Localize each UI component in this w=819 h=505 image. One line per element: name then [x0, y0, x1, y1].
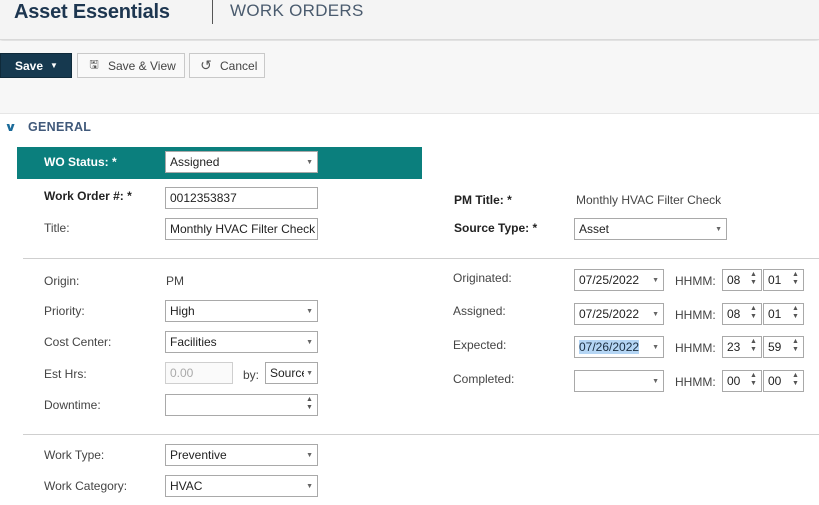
spinner-icon[interactable]: ▲ ▼ [306, 396, 313, 412]
save-button-label: Save [15, 58, 44, 73]
cancel-button[interactable]: ↺ Cancel [189, 53, 265, 78]
completed-hhmm-label: HHMM: [675, 375, 716, 389]
work-category-label: Work Category: [44, 479, 128, 493]
section-title: GENERAL [28, 120, 92, 134]
chevron-down-icon: ▼ [652, 311, 659, 318]
est-hrs-label: Est Hrs: [44, 367, 87, 381]
origin-label: Origin: [44, 274, 80, 288]
priority-label: Priority: [44, 304, 85, 318]
source-type-select[interactable]: Asset ▼ [574, 218, 727, 240]
originated-hhmm-label: HHMM: [675, 274, 716, 288]
save-button[interactable]: Save ▼ [0, 53, 72, 78]
est-hrs-input[interactable]: 0.00 [165, 362, 233, 384]
chevron-down-icon: ▼ [306, 308, 313, 315]
completed-minute-input[interactable]: 00 ▲ ▼ [763, 370, 804, 392]
spinner-icon[interactable]: ▲ ▼ [792, 305, 799, 321]
save-disk-icon: 🖫 [89, 59, 99, 71]
chevron-down-icon: ▼ [652, 378, 659, 385]
pm-title-label: PM Title: * [454, 193, 512, 207]
work-type-label: Work Type: [44, 448, 105, 462]
caret-down-icon[interactable]: ▼ [50, 61, 58, 70]
assigned-hhmm-label: HHMM: [675, 308, 716, 322]
completed-date-input[interactable]: ▼ [574, 370, 664, 392]
spinner-icon[interactable]: ▲ ▼ [792, 372, 799, 388]
save-and-view-label: Save & View [108, 58, 176, 73]
work-order-number-label: Work Order #: * [44, 189, 132, 203]
work-category-select[interactable]: HVAC ▼ [165, 475, 318, 497]
expected-hhmm-label: HHMM: [675, 341, 716, 355]
module-title: WORK ORDERS [230, 1, 364, 20]
origin-value: PM [166, 274, 184, 288]
chevron-down-icon: ∨ [4, 120, 17, 134]
spinner-icon[interactable]: ▲ ▼ [750, 372, 757, 388]
spinner-icon[interactable]: ▲ ▼ [750, 338, 757, 354]
save-and-view-button[interactable]: 🖫 Save & View [77, 53, 185, 78]
originated-hour-input[interactable]: 08 ▲ ▼ [722, 269, 762, 291]
originated-minute-input[interactable]: 01 ▲ ▼ [763, 269, 804, 291]
chevron-down-icon: ▼ [306, 452, 313, 459]
assigned-minute-input[interactable]: 01 ▲ ▼ [763, 303, 804, 325]
expected-minute-input[interactable]: 59 ▲ ▼ [763, 336, 804, 358]
divider [23, 434, 819, 435]
header-divider [212, 0, 213, 24]
chevron-down-icon: ▼ [652, 344, 659, 351]
chevron-down-icon: ▼ [306, 339, 313, 346]
pm-title-value: Monthly HVAC Filter Check [576, 193, 722, 207]
completed-hour-input[interactable]: 00 ▲ ▼ [722, 370, 762, 392]
spinner-icon[interactable]: ▲ ▼ [750, 271, 757, 287]
chevron-down-icon: ▼ [304, 370, 313, 377]
spinner-icon[interactable]: ▲ ▼ [792, 271, 799, 287]
wo-status-label: WO Status: * [44, 155, 117, 169]
cancel-label: Cancel [220, 58, 258, 73]
originated-date-input[interactable]: 07/25/2022 ▼ [574, 269, 664, 291]
chevron-down-icon: ▼ [306, 483, 313, 490]
app-header: Asset Essentials WORK ORDERS [0, 0, 819, 40]
cost-center-label: Cost Center: [44, 335, 112, 349]
title-label: Title: [44, 221, 70, 235]
divider [23, 258, 819, 259]
spinner-icon[interactable]: ▲ ▼ [792, 338, 799, 354]
chevron-down-icon: ▼ [306, 159, 313, 166]
originated-label: Originated: [453, 271, 512, 285]
title-input[interactable]: Monthly HVAC Filter Check [165, 218, 318, 240]
toolbar: Save ▼ 🖫 Save & View ↺ Cancel [0, 41, 819, 114]
completed-label: Completed: [453, 372, 515, 386]
expected-label: Expected: [453, 338, 507, 352]
spinner-icon[interactable]: ▲ ▼ [750, 305, 757, 321]
expected-hour-input[interactable]: 23 ▲ ▼ [722, 336, 762, 358]
undo-icon: ↺ [200, 57, 212, 73]
chevron-down-icon: ▼ [715, 226, 722, 233]
est-hrs-by-select[interactable]: Source ▼ [265, 362, 318, 384]
by-label: by: [243, 368, 260, 382]
assigned-label: Assigned: [453, 304, 506, 318]
cost-center-select[interactable]: Facilities ▼ [165, 331, 318, 353]
chevron-down-icon: ▼ [652, 277, 659, 284]
expected-date-input[interactable]: 07/26/2022 ▼ [574, 336, 664, 358]
work-order-number-input[interactable]: 0012353837 [165, 187, 318, 209]
downtime-input[interactable]: ▲ ▼ [165, 394, 318, 416]
brand-logo-text[interactable]: Asset Essentials [14, 1, 170, 24]
priority-select[interactable]: High ▼ [165, 300, 318, 322]
assigned-hour-input[interactable]: 08 ▲ ▼ [722, 303, 762, 325]
work-type-select[interactable]: Preventive ▼ [165, 444, 318, 466]
downtime-label: Downtime: [44, 398, 101, 412]
assigned-date-input[interactable]: 07/25/2022 ▼ [574, 303, 664, 325]
wo-status-select[interactable]: Assigned ▼ [165, 151, 318, 173]
source-type-label: Source Type: * [454, 221, 538, 235]
section-general-toggle[interactable]: ∨ GENERAL [4, 120, 92, 134]
